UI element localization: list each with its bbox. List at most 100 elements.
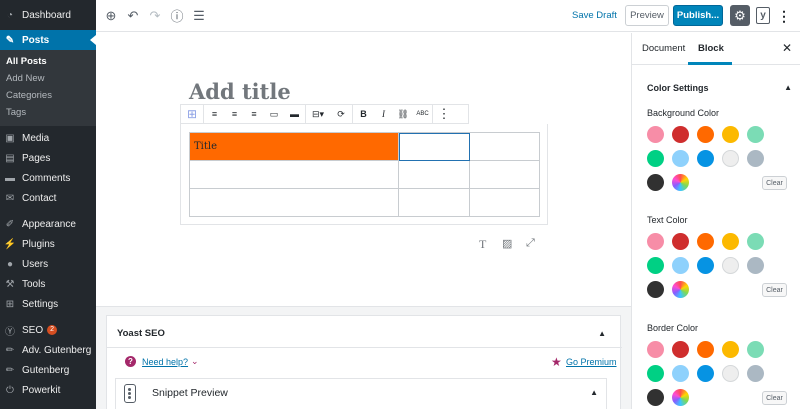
settings-gear-icon[interactable]: ⚙ xyxy=(730,5,750,26)
table-block-icon[interactable]: ⊞ xyxy=(181,105,203,123)
insert-paragraph-icon[interactable]: T xyxy=(479,237,486,252)
color-swatch[interactable] xyxy=(697,150,714,167)
custom-color-picker[interactable] xyxy=(672,174,689,191)
redo-icon[interactable]: ↷ xyxy=(144,5,166,27)
collapse-caret-icon[interactable]: ▲ xyxy=(784,83,792,92)
align-full-icon[interactable]: ▬ xyxy=(284,105,305,123)
color-swatch[interactable] xyxy=(697,233,714,250)
save-draft-link[interactable]: Save Draft xyxy=(572,10,617,21)
sidebar-item-dashboard[interactable]: ◔ Dashboard xyxy=(0,5,96,25)
color-swatch[interactable] xyxy=(722,150,739,167)
custom-color-picker[interactable] xyxy=(672,389,689,406)
tab-block[interactable]: Block xyxy=(698,43,724,54)
info-icon[interactable]: ⓘ xyxy=(166,5,188,27)
color-swatch[interactable] xyxy=(697,365,714,382)
sidebar-item-contact[interactable]: ✉ Contact xyxy=(0,188,96,208)
italic-button[interactable]: I xyxy=(374,105,393,123)
color-swatch[interactable] xyxy=(672,257,689,274)
table-cell[interactable] xyxy=(469,160,540,189)
publish-button[interactable]: Publish... xyxy=(673,5,723,26)
align-right-icon[interactable]: ≡ xyxy=(244,105,264,123)
sidebar-item-posts[interactable]: ✎ Posts xyxy=(0,30,96,50)
sidebar-item-pages[interactable]: ▤ Pages xyxy=(0,148,96,168)
convert-icon[interactable]: ⟳ xyxy=(330,105,352,123)
color-swatch[interactable] xyxy=(647,365,664,382)
color-swatch[interactable] xyxy=(722,126,739,143)
color-swatch[interactable] xyxy=(747,150,764,167)
snippet-preview-section[interactable]: Snippet Preview ▲ xyxy=(115,378,607,409)
color-swatch[interactable] xyxy=(747,365,764,382)
align-wide-icon[interactable]: ▭ xyxy=(264,105,284,123)
table-cell[interactable] xyxy=(398,132,470,161)
need-help-link[interactable]: Need help? xyxy=(142,357,188,367)
bold-button[interactable]: B xyxy=(353,105,374,123)
block-more-icon[interactable]: ⋮ xyxy=(433,105,455,123)
custom-color-picker[interactable] xyxy=(672,281,689,298)
align-left-icon[interactable]: ≡ xyxy=(204,105,225,123)
more-options-icon[interactable]: ⋮ xyxy=(777,6,791,26)
tab-document[interactable]: Document xyxy=(642,43,685,54)
color-swatch[interactable] xyxy=(647,126,664,143)
color-swatch[interactable] xyxy=(722,257,739,274)
chevron-down-icon[interactable]: ⌄ xyxy=(191,356,199,367)
table-cell[interactable] xyxy=(469,188,540,217)
color-swatch[interactable] xyxy=(647,233,664,250)
color-swatch[interactable] xyxy=(722,233,739,250)
color-swatch[interactable] xyxy=(722,341,739,358)
sidebar-item-powerkit[interactable]: ⏻ Powerkit xyxy=(0,380,96,400)
submenu-tags[interactable]: Tags xyxy=(0,104,96,121)
color-swatch[interactable] xyxy=(697,257,714,274)
color-swatch[interactable] xyxy=(747,257,764,274)
sidebar-item-comments[interactable]: ▬ Comments xyxy=(0,168,96,188)
color-swatch[interactable] xyxy=(697,126,714,143)
table-cell[interactable] xyxy=(398,160,470,189)
link-icon[interactable]: ⛓ xyxy=(393,105,413,123)
color-swatch[interactable] xyxy=(722,365,739,382)
sidebar-item-settings[interactable]: ⊞ Settings xyxy=(0,294,96,314)
color-swatch[interactable] xyxy=(672,341,689,358)
color-swatch[interactable] xyxy=(747,126,764,143)
collapse-caret-icon[interactable]: ▲ xyxy=(590,388,598,397)
go-premium-link[interactable]: Go Premium xyxy=(566,357,617,367)
table-cell[interactable]: Title xyxy=(189,132,399,161)
color-swatch[interactable] xyxy=(747,341,764,358)
sidebar-item-tools[interactable]: ⚒ Tools xyxy=(0,274,96,294)
sidebar-item-seo[interactable]: Ⓨ SEO 2 xyxy=(0,320,96,340)
submenu-all-posts[interactable]: All Posts xyxy=(0,53,96,70)
sidebar-item-plugins[interactable]: ⚡ Plugins xyxy=(0,234,96,254)
color-swatch[interactable] xyxy=(647,150,664,167)
yoast-title[interactable]: Yoast SEO xyxy=(117,328,165,339)
color-swatch[interactable] xyxy=(647,341,664,358)
clear-color-button[interactable]: Clear xyxy=(762,391,787,405)
align-center-icon[interactable]: ≡ xyxy=(225,105,244,123)
color-swatch[interactable] xyxy=(672,126,689,143)
help-question-icon[interactable]: ? xyxy=(125,356,136,367)
color-swatch[interactable] xyxy=(672,233,689,250)
close-icon[interactable]: ✕ xyxy=(782,41,792,55)
color-swatch[interactable] xyxy=(697,341,714,358)
sidebar-item-appearance[interactable]: ✐ Appearance xyxy=(0,214,96,234)
submenu-add-new[interactable]: Add New xyxy=(0,70,96,87)
clear-color-button[interactable]: Clear xyxy=(762,176,787,190)
color-swatch[interactable] xyxy=(647,389,664,406)
table-cell[interactable] xyxy=(189,160,399,189)
table-cell[interactable] xyxy=(398,188,470,217)
sidebar-item-gutenberg[interactable]: ✏ Gutenberg xyxy=(0,360,96,380)
color-swatch[interactable] xyxy=(672,150,689,167)
table-edit-icon[interactable]: ⊟▾ xyxy=(306,105,330,123)
strikethrough-button[interactable]: ABC xyxy=(413,105,432,123)
color-swatch[interactable] xyxy=(647,281,664,298)
clear-color-button[interactable]: Clear xyxy=(762,283,787,297)
color-swatch[interactable] xyxy=(672,365,689,382)
submenu-categories[interactable]: Categories xyxy=(0,87,96,104)
sidebar-item-media[interactable]: ▣ Media xyxy=(0,128,96,148)
outline-icon[interactable]: ☰ xyxy=(188,5,210,27)
table-cell[interactable] xyxy=(469,132,540,161)
color-settings-title[interactable]: Color Settings xyxy=(647,83,709,93)
color-swatch[interactable] xyxy=(647,174,664,191)
color-swatch[interactable] xyxy=(647,257,664,274)
post-title-input[interactable]: Add title xyxy=(189,79,291,104)
yoast-toggle-icon[interactable]: y xyxy=(756,7,770,24)
undo-icon[interactable]: ↶ xyxy=(122,5,144,27)
preview-button[interactable]: Preview xyxy=(625,5,669,26)
